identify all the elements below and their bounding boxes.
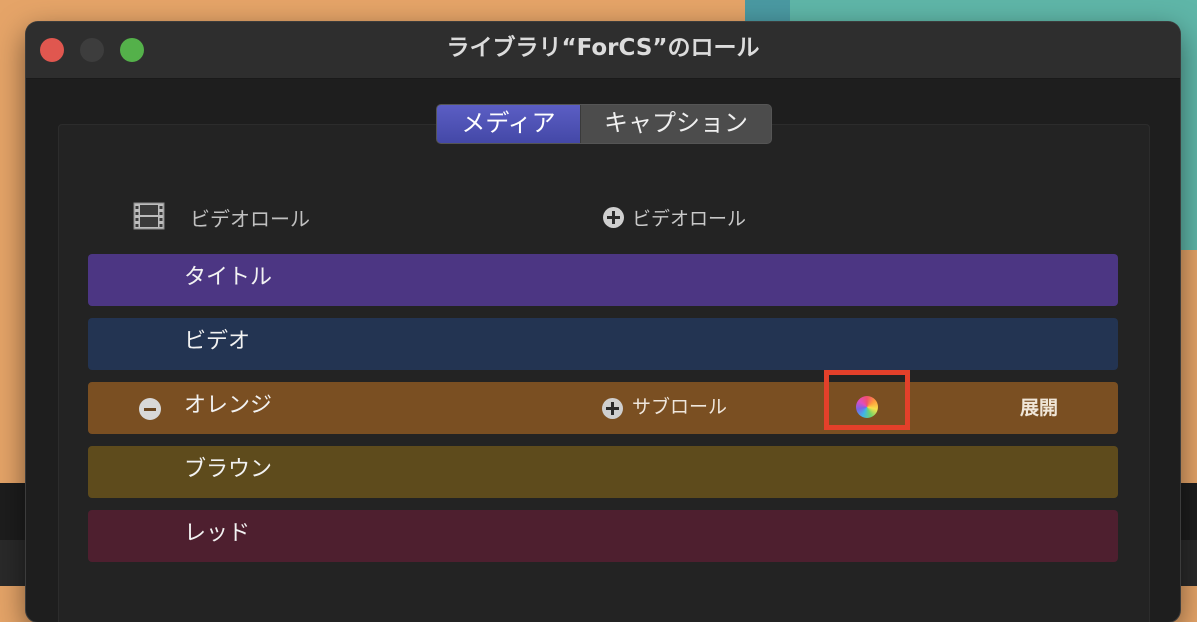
role-label: オレンジ [184,393,273,418]
film-icon [133,202,165,230]
highlight-box [824,370,910,430]
add-video-role-button[interactable]: ビデオロール [632,204,746,231]
role-label: タイトル [184,265,273,290]
role-row-red[interactable]: レッド [88,510,1118,562]
title-bar[interactable]: ライブラリ“ForCS”のロール [26,22,1180,79]
role-label: レッド [184,521,251,546]
window-title: ライブラリ“ForCS”のロール [446,35,760,61]
plus-circle-icon[interactable] [602,398,623,419]
tab-control: メディア キャプション [436,104,772,144]
roles-window: ライブラリ“ForCS”のロール メディア キャプション ビデオロール ビデオロ… [26,22,1180,622]
add-subrole-button[interactable]: サブロール [632,382,727,434]
role-row-orange[interactable]: オレンジ サブロール 展開 [88,370,1118,434]
tab-media[interactable]: メディア [437,105,580,143]
role-label: ブラウン [184,457,273,482]
video-roles-heading: ビデオロール [190,207,310,231]
minus-circle-icon[interactable] [139,398,161,420]
plus-circle-icon[interactable] [603,207,624,228]
role-row-title[interactable]: タイトル [88,254,1118,306]
expand-button[interactable]: 展開 [1020,382,1058,434]
role-label: ビデオ [184,329,251,354]
tab-captions[interactable]: キャプション [580,105,771,143]
role-row-brown[interactable]: ブラウン [88,446,1118,498]
role-row-video[interactable]: ビデオ [88,318,1118,370]
